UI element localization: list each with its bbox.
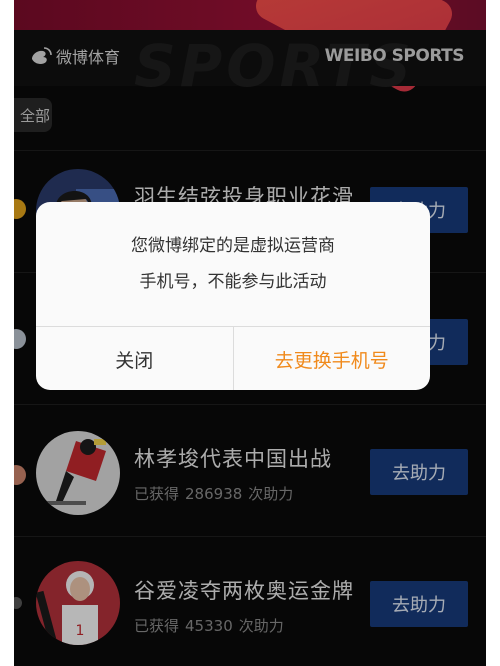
dialog-message-line2: 手机号，不能参与此活动 [139, 272, 327, 292]
dialog-message-line1: 您微博绑定的是虚拟运营商 [131, 236, 335, 256]
change-phone-button[interactable]: 去更换手机号 [234, 327, 431, 390]
alert-dialog: 您微博绑定的是虚拟运营商 手机号，不能参与此活动 关闭 去更换手机号 [36, 202, 430, 390]
close-button[interactable]: 关闭 [36, 327, 234, 390]
dialog-message: 您微博绑定的是虚拟运营商 手机号，不能参与此活动 [36, 202, 430, 326]
dialog-actions: 关闭 去更换手机号 [36, 326, 430, 390]
